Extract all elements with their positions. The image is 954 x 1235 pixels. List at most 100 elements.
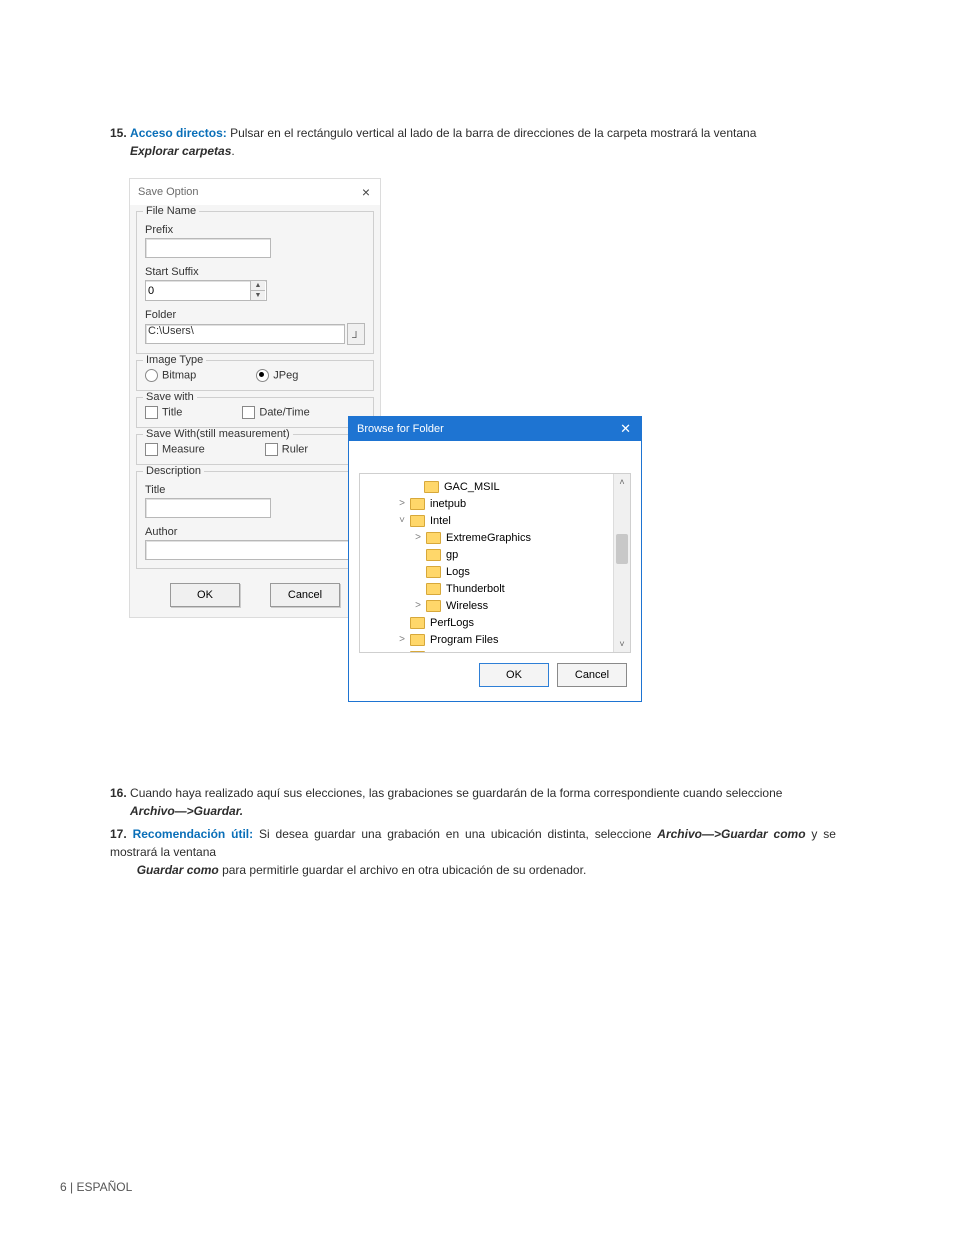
folder-icon	[410, 651, 425, 654]
browse-button[interactable]: ┘	[347, 323, 365, 345]
close-icon[interactable]: ✕	[616, 421, 635, 437]
folder-icon	[424, 481, 439, 493]
browse-titlebar[interactable]: Browse for Folder ✕	[349, 417, 641, 441]
label-prefix: Prefix	[145, 224, 365, 236]
suffix-stepper[interactable]: ▲ ▼	[145, 280, 267, 301]
folder-icon	[426, 549, 441, 561]
item-text: para permitirle guardar el archivo en ot…	[222, 863, 586, 877]
check-title[interactable]: Title	[145, 406, 182, 419]
tree-node-label: Intel	[430, 515, 451, 527]
item-heading: Recomendación útil:	[133, 827, 254, 841]
cancel-button[interactable]: Cancel	[270, 583, 340, 607]
radio-bitmap[interactable]: Bitmap	[145, 369, 196, 382]
browse-folder-window: Browse for Folder ✕ GAC_MSIL > inetpub ˅ Int…	[348, 416, 642, 702]
chevron-down-icon[interactable]: ˅	[396, 515, 408, 526]
item-bold: Guardar como	[137, 863, 219, 877]
tree-node[interactable]: GAC_MSIL	[368, 478, 626, 495]
item-number: 17.	[110, 827, 127, 841]
browse-ok-button[interactable]: OK	[479, 663, 549, 687]
tree-node[interactable]: ˅ Intel	[368, 512, 626, 529]
item-text: Pulsar en el rectángulo vertical al lado…	[230, 126, 756, 140]
folder-icon	[426, 600, 441, 612]
label-author: Author	[145, 526, 365, 538]
radio-jpeg[interactable]: JPeg	[256, 369, 298, 382]
group-filename: File Name Prefix Start Suffix ▲ ▼ Folder…	[136, 211, 374, 354]
tree-node-label: Wireless	[446, 600, 488, 612]
check-measure-label: Measure	[162, 443, 205, 455]
radio-jpeg-label: JPeg	[273, 369, 298, 381]
tree-node-label: Logs	[446, 566, 470, 578]
spin-down-icon[interactable]: ▼	[250, 291, 265, 300]
tree-node[interactable]: > Wireless	[368, 597, 626, 614]
tree-node-label: ExtremeGraphics	[446, 532, 531, 544]
scroll-down-icon[interactable]: ˅	[614, 636, 630, 652]
chevron-right-icon[interactable]: >	[396, 651, 408, 653]
doc-item-17: 17. Recomendación útil: Si desea guardar…	[110, 825, 836, 879]
check-ruler[interactable]: Ruler	[265, 443, 308, 456]
title-input[interactable]	[145, 498, 271, 518]
tree-node[interactable]: Thunderbolt	[368, 580, 626, 597]
close-icon[interactable]: ×	[358, 184, 374, 200]
folder-icon	[410, 515, 425, 527]
tree-node-label: gp	[446, 549, 458, 561]
radio-bitmap-label: Bitmap	[162, 369, 196, 381]
item-number: 16.	[110, 786, 127, 800]
doc-item-16: 16. Cuando haya realizado aquí sus elecc…	[110, 784, 836, 820]
save-window-title: Save Option	[138, 186, 199, 198]
check-datetime[interactable]: Date/Time	[242, 406, 309, 419]
folder-icon	[410, 634, 425, 646]
author-input[interactable]	[145, 540, 361, 560]
tree-node[interactable]: PerfLogs	[368, 614, 626, 631]
tree-node[interactable]: Logs	[368, 563, 626, 580]
ok-button[interactable]: OK	[170, 583, 240, 607]
page-footer: 6 | ESPAÑOL	[60, 1180, 132, 1194]
group-still: Save With(still measurement) Measure Rul…	[136, 434, 374, 465]
item-bold: Archivo—>Guardar como	[657, 827, 805, 841]
tree-node-label: Program Files	[430, 634, 498, 646]
folder-icon	[426, 583, 441, 595]
tree-node-label: Thunderbolt	[446, 583, 505, 595]
doc-item-15: 15. Acceso directos: Pulsar en el rectán…	[110, 124, 836, 160]
chevron-right-icon[interactable]: >	[396, 634, 408, 645]
tree-node[interactable]: > inetpub	[368, 495, 626, 512]
tree-node-label: inetpub	[430, 498, 466, 510]
folder-icon	[410, 498, 425, 510]
folder-icon	[410, 617, 425, 629]
browse-cancel-button[interactable]: Cancel	[557, 663, 627, 687]
check-datetime-label: Date/Time	[259, 406, 309, 418]
item-text: Si desea guardar una grabación en una ub…	[259, 827, 651, 841]
tree-node[interactable]: > Program Files (x86)	[368, 648, 626, 653]
check-measure[interactable]: Measure	[145, 443, 205, 456]
tree-node[interactable]: > ExtremeGraphics	[368, 529, 626, 546]
scrollbar[interactable]: ˄ ˅	[613, 474, 630, 652]
group-imagetype: Image Type Bitmap JPeg	[136, 360, 374, 391]
scroll-up-icon[interactable]: ˄	[614, 474, 630, 490]
tree-node-label: Program Files (x86)	[430, 651, 527, 654]
tree-node[interactable]: > Program Files	[368, 631, 626, 648]
legend-savewith: Save with	[143, 391, 197, 403]
item-bold: Archivo—>Guardar.	[130, 804, 243, 818]
label-title: Title	[145, 484, 365, 496]
tree-node-label: PerfLogs	[430, 617, 474, 629]
save-option-window: Save Option × File Name Prefix Start Suf…	[129, 178, 381, 618]
item-number: 15.	[110, 126, 127, 140]
save-titlebar[interactable]: Save Option ×	[130, 179, 380, 205]
scroll-thumb[interactable]	[616, 534, 628, 564]
label-folder: Folder	[145, 309, 365, 321]
prefix-input[interactable]	[145, 238, 271, 258]
spin-up-icon[interactable]: ▲	[250, 281, 265, 291]
legend-description: Description	[143, 465, 204, 477]
legend-imagetype: Image Type	[143, 354, 206, 366]
chevron-right-icon[interactable]: >	[412, 532, 424, 543]
chevron-right-icon[interactable]: >	[396, 498, 408, 509]
folder-tree: GAC_MSIL > inetpub ˅ Intel > ExtremeGraphics gp…	[359, 473, 631, 653]
tree-node[interactable]: gp	[368, 546, 626, 563]
folder-input[interactable]: C:\Users\	[145, 324, 345, 344]
suffix-input[interactable]	[146, 282, 250, 300]
legend-filename: File Name	[143, 205, 199, 217]
browse-window-title: Browse for Folder	[357, 423, 444, 435]
item-text: Cuando haya realizado aquí sus eleccione…	[130, 786, 782, 800]
chevron-right-icon[interactable]: >	[412, 600, 424, 611]
group-savewith: Save with Title Date/Time	[136, 397, 374, 428]
legend-still: Save With(still measurement)	[143, 428, 293, 440]
